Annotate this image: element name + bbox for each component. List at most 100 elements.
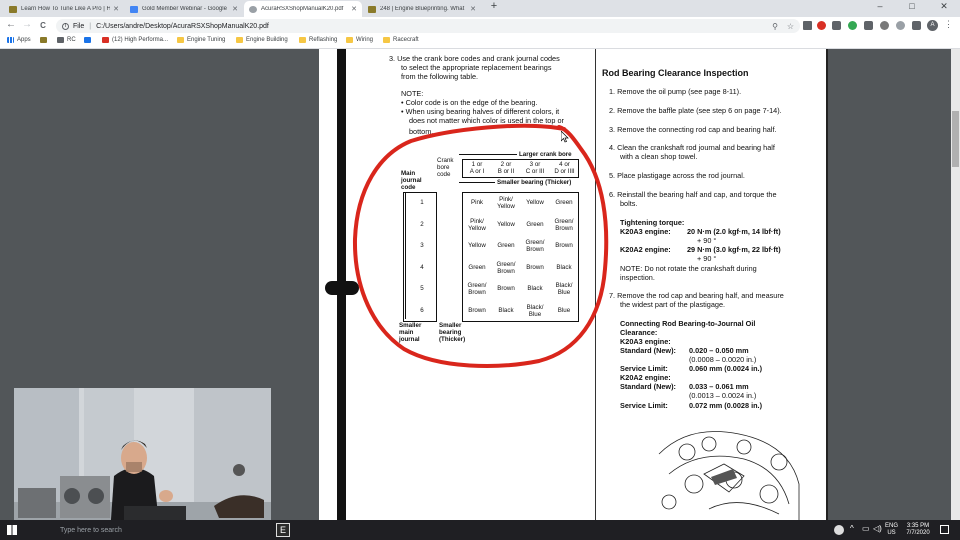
step-4-cont: with a clean shop towel. bbox=[620, 152, 698, 161]
cell-grid bbox=[462, 192, 579, 322]
tab-acura-shop-manual[interactable]: AcuraRSXShopManualK20.pdf ✕ bbox=[244, 1, 362, 17]
browser-toolbar: ← → C i File | C:/Users/andre/Desktop/Ac… bbox=[0, 17, 960, 35]
bookmark-folder-engine-tuning[interactable]: Engine Tuning bbox=[177, 37, 225, 43]
label-line: (Thicker) bbox=[439, 336, 466, 343]
bookmark-folder-racecraft[interactable]: Racecraft bbox=[383, 37, 419, 43]
cell-line: Black/ bbox=[555, 282, 573, 289]
bearing-color-cell: Green/Brown bbox=[521, 239, 549, 253]
note-line: • When using bearing halves of different… bbox=[401, 107, 560, 116]
rotate-note-cont: inspection. bbox=[620, 273, 655, 282]
info-icon[interactable]: i bbox=[62, 22, 69, 30]
taskbar-search-placeholder[interactable]: Type here to search bbox=[60, 527, 122, 534]
lang-code: ENG bbox=[885, 523, 899, 529]
header-line: 1 or bbox=[471, 161, 483, 168]
bookmark-apps[interactable]: Apps bbox=[7, 37, 31, 43]
tab-label: Gold Member Webinar - Google bbox=[142, 6, 227, 12]
bearing-color-cell: Green bbox=[463, 264, 491, 271]
bookmark-star-icon[interactable]: ☆ bbox=[787, 22, 794, 31]
step-1: 1. Remove the oil pump (see page 8-11). bbox=[609, 87, 742, 96]
cell-line: Black/ bbox=[526, 303, 544, 311]
cell-line: Brown bbox=[555, 224, 573, 232]
bearing-color-cell: Pink bbox=[463, 199, 491, 206]
bookmark-label: Engine Building bbox=[246, 37, 288, 43]
language-indicator[interactable]: ENG US bbox=[885, 523, 898, 537]
bookmark-high-performance[interactable]: (12) High Performa... bbox=[102, 37, 168, 43]
bookmark-folder-wiring[interactable]: Wiring bbox=[346, 37, 373, 43]
k20a2-service-limit: 0.072 mm (0.0028 in.) bbox=[689, 401, 763, 410]
address-bar[interactable]: i File | C:/Users/andre/Desktop/AcuraRSX… bbox=[56, 19, 800, 33]
close-tab-icon[interactable]: ✕ bbox=[470, 5, 476, 13]
scrollbar-thumb[interactable] bbox=[952, 111, 959, 167]
minimize-button[interactable]: – bbox=[868, 1, 892, 11]
extension-icon[interactable] bbox=[864, 21, 873, 30]
bookmark-folder-reflashing[interactable]: Reflashing bbox=[299, 37, 337, 43]
header-line: C or III bbox=[525, 168, 545, 175]
bookmark-label: Reflashing bbox=[309, 37, 338, 43]
action-center-icon[interactable] bbox=[940, 525, 949, 534]
reload-button[interactable]: C bbox=[36, 21, 50, 30]
step3-line2: to select the appropriate replacement be… bbox=[401, 63, 552, 72]
back-button[interactable]: ← bbox=[4, 19, 18, 30]
cell-line: Green bbox=[497, 242, 515, 249]
clearance-title: Connecting Rod Bearing-to-Journal Oil bbox=[620, 319, 756, 328]
profile-avatar[interactable]: A bbox=[927, 20, 938, 31]
forward-button[interactable]: → bbox=[20, 19, 34, 30]
close-tab-icon[interactable]: ✕ bbox=[232, 5, 238, 13]
service-limit-label: Service Limit: bbox=[620, 401, 668, 410]
tab-engine-blueprinting[interactable]: 248 | Engine Blueprinting. What ✕ bbox=[363, 1, 481, 17]
label-line: Smaller bbox=[399, 322, 422, 329]
extension-icon[interactable] bbox=[832, 21, 841, 30]
k20a3-label: K20A3 engine: bbox=[620, 227, 671, 236]
tab-tune-like-pro[interactable]: Learn How To Tune Like A Pro | H ✕ bbox=[4, 1, 124, 17]
bookmark-folder-engine-building[interactable]: Engine Building bbox=[236, 37, 288, 43]
cell-line: Green/ bbox=[554, 217, 574, 225]
extension-icon[interactable] bbox=[896, 21, 905, 30]
people-icon[interactable] bbox=[834, 525, 844, 535]
note-line: does not matter which color is used in t… bbox=[409, 116, 564, 125]
label-line: Crank bbox=[437, 157, 454, 164]
k20a2-standard: 0.033 – 0.061 mm bbox=[689, 382, 749, 391]
extension-icon[interactable] bbox=[848, 21, 857, 30]
note-line: • Color code is on the edge of the beari… bbox=[401, 98, 538, 107]
extension-icon[interactable] bbox=[817, 21, 826, 30]
volume-icon[interactable]: ◁) bbox=[873, 524, 882, 533]
new-tab-button[interactable]: + bbox=[482, 0, 506, 12]
close-tab-icon[interactable]: ✕ bbox=[113, 5, 119, 13]
step-7: 7. Remove the rod cap and bearing half, … bbox=[609, 291, 784, 300]
bookmark-label: Apps bbox=[17, 37, 31, 43]
clearance-title-cont: Clearance: bbox=[620, 328, 658, 337]
pdf-scrollbar[interactable] bbox=[951, 49, 960, 520]
maximize-button[interactable]: □ bbox=[900, 1, 924, 11]
bearing-color-cell: Green bbox=[492, 242, 520, 249]
clock[interactable]: 3:35 PM 7/7/2020 bbox=[903, 523, 933, 537]
bearing-color-cell: Brown bbox=[550, 242, 578, 249]
network-icon[interactable]: ▭ bbox=[862, 524, 870, 533]
extension-icon[interactable] bbox=[880, 21, 889, 30]
bookmark-site[interactable] bbox=[40, 37, 50, 43]
site-favicon-icon bbox=[9, 5, 17, 13]
pinned-app-icon[interactable]: E bbox=[276, 523, 290, 537]
bearing-color-cell: Black bbox=[492, 307, 520, 314]
bearing-color-cell: Black/Blue bbox=[550, 282, 578, 296]
url-text: C:/Users/andre/Desktop/AcuraRSXShopManua… bbox=[96, 22, 269, 30]
extension-icon[interactable] bbox=[803, 21, 812, 30]
rotate-note: NOTE: Do not rotate the crankshaft durin… bbox=[620, 264, 757, 273]
zoom-icon[interactable]: ⚲ bbox=[772, 22, 778, 31]
close-tab-icon[interactable]: ✕ bbox=[351, 5, 357, 13]
cell-line: Brown bbox=[555, 242, 573, 249]
bearing-color-cell: Green/Brown bbox=[550, 218, 578, 232]
bearing-color-cell: Black bbox=[550, 264, 578, 271]
bookmark-rc[interactable]: RC bbox=[57, 37, 76, 43]
region-code: US bbox=[887, 530, 896, 536]
cell-line: Black bbox=[556, 263, 572, 271]
tab-gold-member-webinar[interactable]: Gold Member Webinar - Google ✕ bbox=[125, 1, 243, 17]
close-window-button[interactable]: ✕ bbox=[932, 1, 956, 12]
menu-icon[interactable]: ⋮ bbox=[944, 19, 953, 30]
bookmark-site[interactable] bbox=[84, 37, 94, 43]
windows-start-icon[interactable] bbox=[7, 525, 17, 535]
standard-new-label: Standard (New): bbox=[620, 382, 676, 391]
extension-icon[interactable] bbox=[912, 21, 921, 30]
col-header-3: 3 or C or III bbox=[521, 161, 549, 175]
notification-chevron-icon[interactable]: ^ bbox=[850, 524, 854, 533]
larger-crank-bore-label: Larger crank bore bbox=[519, 151, 572, 158]
